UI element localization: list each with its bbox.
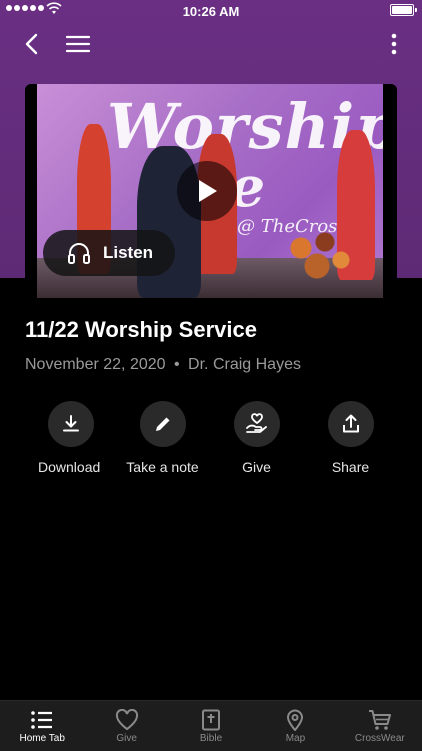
tab-home-label: Home Tab <box>19 733 65 744</box>
tab-bible[interactable]: Bible <box>169 701 253 751</box>
download-icon <box>63 415 79 432</box>
sermon-date: November 22, 2020 <box>25 356 166 373</box>
take-note-button[interactable]: Take a note <box>116 401 209 475</box>
download-button[interactable]: Download <box>25 401 115 475</box>
sermon-meta: November 22, 2020 • Dr. Craig Hayes <box>25 356 301 374</box>
more-vertical-icon[interactable] <box>386 30 402 58</box>
list-icon <box>31 711 53 729</box>
tab-bible-label: Bible <box>199 733 223 744</box>
flower-arrangement <box>277 224 357 284</box>
play-button[interactable] <box>177 161 237 221</box>
share-label: Share <box>331 459 370 475</box>
pencil-icon <box>155 417 169 431</box>
share-circle[interactable] <box>327 401 374 447</box>
give-label: Give <box>242 459 271 475</box>
hamburger-icon[interactable] <box>64 30 92 58</box>
share-icon <box>342 414 359 433</box>
listen-button[interactable]: Listen <box>43 230 175 276</box>
sermon-title: 11/22 Worship Service <box>25 317 257 342</box>
tab-map[interactable]: Map <box>253 701 337 751</box>
take-note-label: Take a note <box>126 459 199 475</box>
download-circle[interactable] <box>48 401 94 447</box>
tab-crosswear-label: CrossWear <box>354 733 405 744</box>
meta-separator: • <box>173 356 180 373</box>
heart-hand-icon <box>245 413 267 433</box>
navigation-bar <box>0 24 422 64</box>
sermon-speaker: Dr. Craig Hayes <box>188 356 301 373</box>
video-player[interactable]: Worship ve @ TheCross Listen <box>25 84 397 298</box>
bible-icon <box>202 709 221 731</box>
tab-give-label: Give <box>116 733 137 744</box>
share-button[interactable]: Share <box>304 401 397 475</box>
cart-icon <box>368 710 391 730</box>
take-note-circle[interactable] <box>139 401 186 447</box>
download-label: Download <box>38 459 101 475</box>
status-bar: 10:26 AM <box>0 0 422 22</box>
map-pin-icon <box>287 709 304 731</box>
tab-home[interactable]: Home Tab <box>0 701 84 751</box>
tab-bar: Home Tab Give Bible Map CrossWear <box>0 700 422 751</box>
chevron-left-icon[interactable] <box>18 30 46 58</box>
give-circle[interactable] <box>233 401 280 447</box>
tab-crosswear[interactable]: CrossWear <box>338 701 422 751</box>
heart-icon <box>115 709 138 731</box>
battery-icon <box>390 4 417 16</box>
play-icon <box>199 180 217 202</box>
tab-give[interactable]: Give <box>84 701 168 751</box>
headphones-icon <box>68 243 90 264</box>
listen-label: Listen <box>103 243 154 262</box>
give-button[interactable]: Give <box>210 401 303 475</box>
tab-map-label: Map <box>285 733 306 744</box>
status-time: 10:26 AM <box>182 4 240 19</box>
action-row: Download Take a note Give Share <box>25 401 397 475</box>
